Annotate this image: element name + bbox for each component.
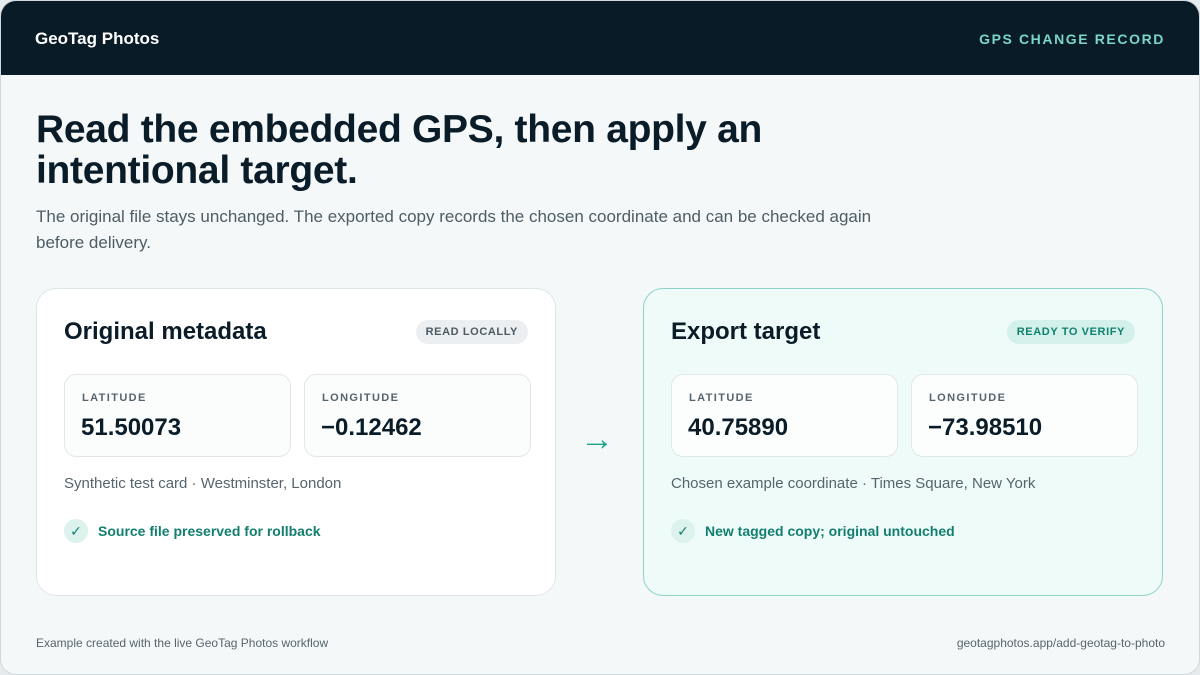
ready-to-verify-badge: READY TO VERIFY	[1006, 320, 1135, 344]
target-latitude-box: LATITUDE 40.75890	[671, 374, 898, 457]
target-card-title: Export target	[671, 318, 821, 345]
top-bar: GeoTag Photos GPS CHANGE RECORD	[1, 1, 1199, 75]
longitude-label: LONGITUDE	[322, 392, 400, 404]
arrow-right-icon: →	[580, 420, 614, 458]
target-longitude-value: −73.98510	[928, 414, 1043, 441]
graphic-frame: GeoTag Photos GPS CHANGE RECORD Read the…	[0, 0, 1200, 675]
original-card-title: Original metadata	[64, 318, 267, 345]
footer-url: geotagphotos.app/add-geotag-to-photo	[956, 636, 1165, 650]
target-status: ✓ New tagged copy; original untouched	[671, 519, 955, 543]
target-location-caption: Chosen example coordinate · Times Square…	[671, 475, 1036, 492]
check-icon: ✓	[64, 519, 88, 543]
page-headline: Read the embedded GPS, then apply an int…	[36, 108, 763, 192]
latitude-label: LATITUDE	[689, 392, 754, 404]
original-latitude-value: 51.50073	[81, 414, 182, 441]
intro-text: The original file stays unchanged. The e…	[36, 207, 872, 252]
original-metadata-card: Original metadata READ LOCALLY LATITUDE …	[36, 288, 556, 596]
target-longitude-box: LONGITUDE −73.98510	[911, 374, 1138, 457]
export-target-card: Export target READY TO VERIFY LATITUDE 4…	[643, 288, 1163, 596]
record-label: GPS CHANGE RECORD	[979, 31, 1165, 47]
original-longitude-box: LONGITUDE −0.12462	[304, 374, 531, 457]
footer-credit: Example created with the live GeoTag Pho…	[36, 636, 329, 650]
original-longitude-value: −0.12462	[321, 414, 422, 441]
longitude-label: LONGITUDE	[929, 392, 1007, 404]
original-location-caption: Synthetic test card · Westminster, Londo…	[64, 475, 342, 492]
target-latitude-value: 40.75890	[688, 414, 789, 441]
read-locally-badge: READ LOCALLY	[415, 320, 528, 344]
target-status-text: New tagged copy; original untouched	[705, 523, 955, 539]
check-icon: ✓	[671, 519, 695, 543]
brand-name: GeoTag Photos	[35, 29, 160, 48]
original-status-text: Source file preserved for rollback	[98, 523, 321, 539]
original-latitude-box: LATITUDE 51.50073	[64, 374, 291, 457]
original-status: ✓ Source file preserved for rollback	[64, 519, 321, 543]
latitude-label: LATITUDE	[82, 392, 147, 404]
